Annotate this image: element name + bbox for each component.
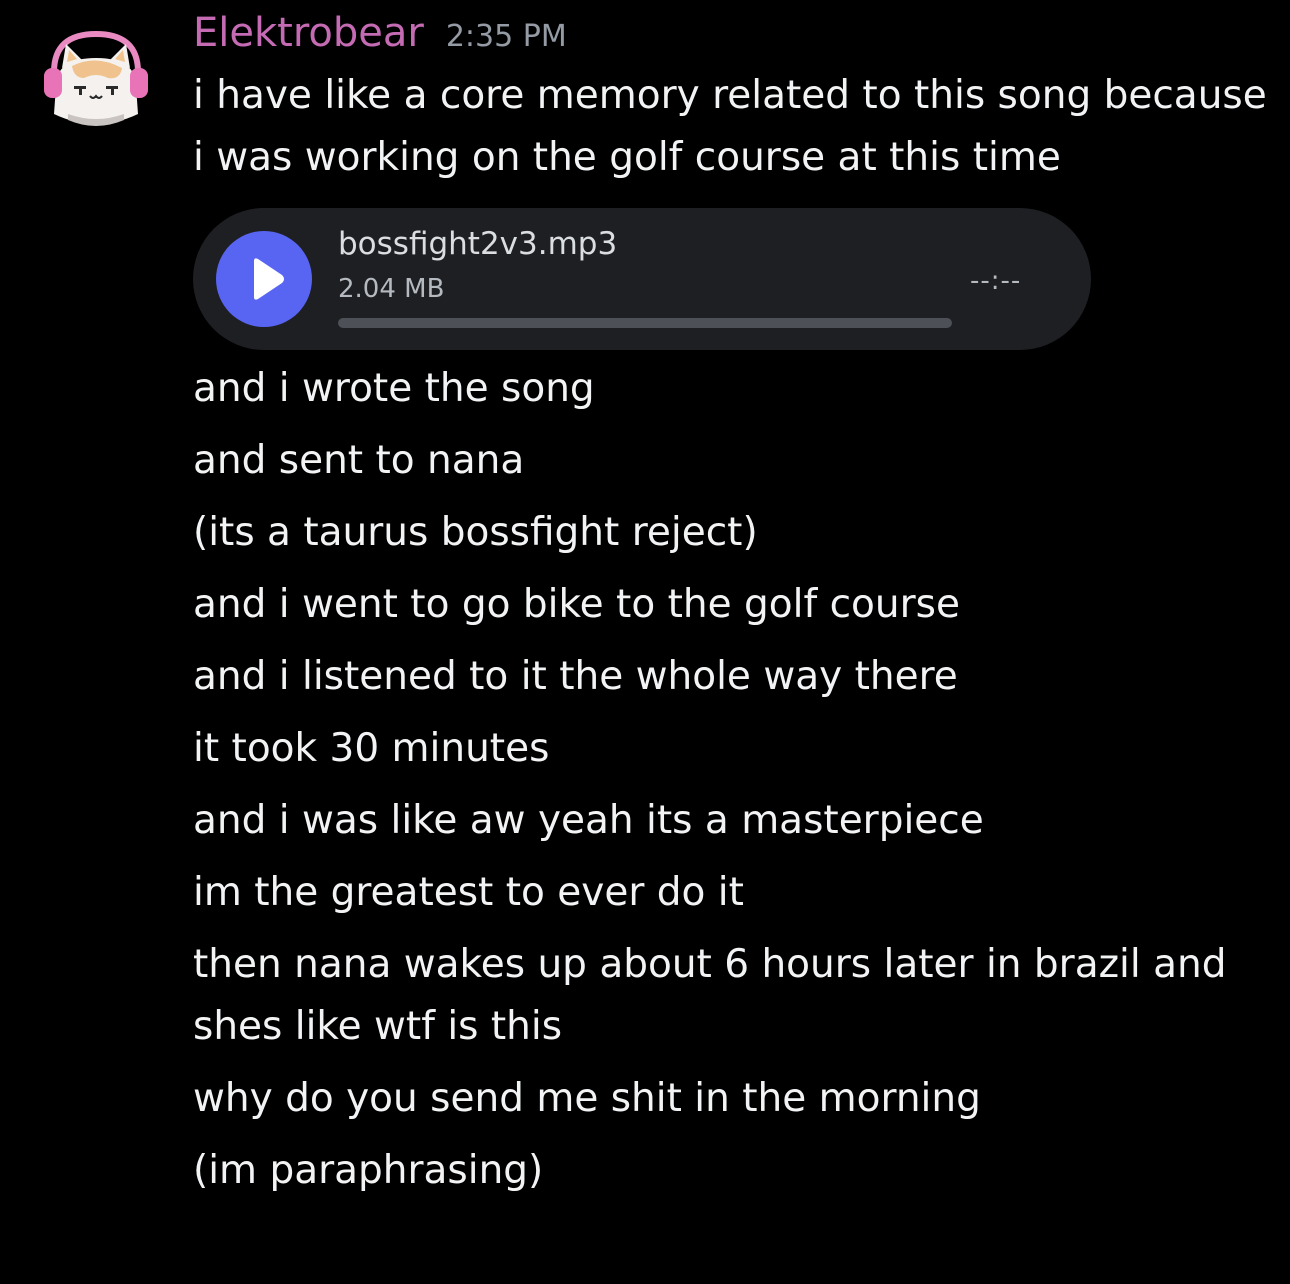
user-avatar[interactable]	[40, 28, 152, 132]
message-line: (its a taurus bossfight reject)	[193, 510, 758, 555]
message-text: i have like a core memory related to thi…	[193, 73, 1267, 180]
message-line: and i listened to it the whole way there	[193, 654, 958, 699]
audio-file-name[interactable]: bossfight2v3.mp3	[338, 226, 617, 262]
play-icon	[254, 258, 284, 300]
audio-duration: --:--	[970, 266, 1022, 296]
message-header: Elektrobear 2:35 PM	[193, 6, 1273, 64]
followup-messages: and i wrote the song and sent to nana (i…	[193, 358, 1273, 1202]
timestamp[interactable]: 2:35 PM	[446, 19, 567, 54]
audio-file-size: 2.04 MB	[338, 274, 445, 304]
message-line: (im paraphrasing)	[193, 1148, 544, 1193]
audio-progress-bar[interactable]	[338, 318, 952, 328]
message-line: and sent to nana	[193, 438, 525, 483]
message-line: and i wrote the song	[193, 366, 595, 411]
message-content: Elektrobear 2:35 PM i have like a core m…	[193, 6, 1273, 1202]
message-line: it took 30 minutes	[193, 726, 550, 771]
message-line: im the greatest to ever do it	[193, 870, 744, 915]
cat-with-headphones-avatar-icon	[44, 30, 148, 126]
message-line: and i went to go bike to the golf course	[193, 582, 960, 627]
audio-attachment: bossfight2v3.mp3 2.04 MB --:--	[193, 208, 1091, 350]
message-line: then nana wakes up about 6 hours later i…	[193, 942, 1227, 1049]
message-line: why do you send me shit in the morning	[193, 1076, 981, 1121]
username[interactable]: Elektrobear	[193, 6, 424, 60]
play-button[interactable]	[216, 231, 312, 327]
message-line: and i was like aw yeah its a masterpiece	[193, 798, 984, 843]
